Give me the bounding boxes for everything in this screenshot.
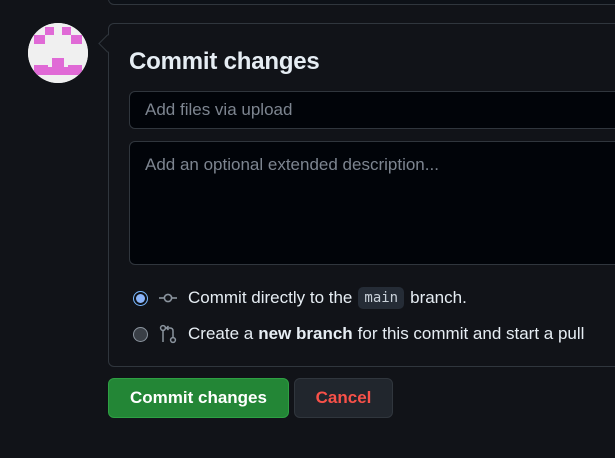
option-new-branch[interactable]: Create a new branch for this commit and … [133,322,584,346]
commit-title: Commit changes [129,48,320,75]
git-commit-icon [158,288,178,308]
identicon-icon [28,23,88,83]
git-pull-request-icon [158,324,178,344]
option-commit-direct[interactable]: Commit directly to the main branch. [133,286,467,310]
option-new-branch-text-before: Create a [188,324,254,343]
commit-description-input[interactable] [129,141,615,265]
option-new-branch-bold: new branch [258,324,353,343]
branch-name-code: main [358,287,405,309]
avatar[interactable] [28,23,88,83]
option-new-branch-text-after: for this commit and start a pull [357,324,585,343]
commit-changes-button[interactable]: Commit changes [108,378,289,418]
commit-page: Commit changes Commit directly to the ma… [0,0,615,458]
option-direct-text-after: branch. [410,288,467,307]
previous-panel-edge [108,0,615,5]
option-direct-text-before: Commit directly to the [188,288,353,307]
cancel-button[interactable]: Cancel [294,378,393,418]
radio-new-branch[interactable] [133,326,148,342]
commit-summary-input[interactable] [129,91,615,129]
radio-commit-direct[interactable] [133,290,148,306]
